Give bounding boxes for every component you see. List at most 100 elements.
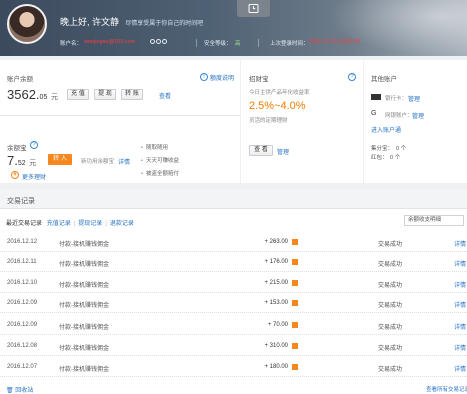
table-row[interactable]: 2016.12.09 付款-接机赚钱佣金 + 153.00 交易成功 详情 <box>0 294 467 313</box>
yuebao-unit: 元 <box>29 160 37 167</box>
row-detail-link[interactable]: 详情 <box>454 280 466 289</box>
row-status: 交易成功 <box>378 346 403 352</box>
withdraw-button[interactable]: 提 现 <box>94 89 116 100</box>
mobile-icon[interactable] <box>156 39 161 44</box>
greeting-text: 晚上好, 许文静 <box>60 17 120 27</box>
balance-unit: 元 <box>50 94 58 101</box>
row-detail-link[interactable]: 详情 <box>454 343 466 352</box>
yuebao-dec: 52 <box>17 160 26 167</box>
row-desc: 付款-接机赚钱佣金 <box>59 262 109 268</box>
clock-icon <box>248 4 259 13</box>
balance-view-link[interactable]: 查看 <box>159 91 171 100</box>
row-amount: + 70.00 <box>267 322 288 328</box>
account-value: wenjingxu@163.com <box>84 39 136 45</box>
feature-item: 随取随用 <box>141 143 168 151</box>
collect-label: 集分宝： <box>371 146 394 152</box>
wangyin-manage-link[interactable]: 管理 <box>412 111 424 120</box>
zhaocai-manage-link[interactable]: 管理 <box>277 147 289 156</box>
info-icon[interactable]: ! <box>200 73 208 81</box>
filter-recent[interactable]: 最近交易记录 <box>6 221 42 227</box>
other-accounts-panel: 其他账户 银行卡： 管理 G 网银账户： 管理 进入账户通 集分宝： 0 个 红… <box>364 60 467 183</box>
row-status: 交易成功 <box>378 283 403 289</box>
row-amount: + 153.00 <box>264 300 288 306</box>
balance-title: 账户余额 <box>7 76 33 83</box>
identity-icon[interactable] <box>150 39 155 44</box>
row-status: 交易成功 <box>378 262 403 268</box>
row-date: 2016.12.07 <box>7 364 38 370</box>
row-desc: 付款-接机赚钱佣金 <box>59 346 109 352</box>
greeting-subtitle: 尽情享受属于你自己的时间吧 <box>125 21 204 27</box>
table-row[interactable]: 2016.12.11 付款-接机赚钱佣金 + 176.00 交易成功 详情 <box>0 253 467 272</box>
zhaocai-desc: 今日主供产品年化收益率 <box>249 90 310 96</box>
row-amount: + 176.00 <box>264 259 288 265</box>
row-amount: + 310.00 <box>264 343 288 349</box>
feature-item: 被盗全额赔付 <box>141 169 179 177</box>
recharge-button[interactable]: 充 值 <box>67 89 89 100</box>
transaction-filters: 最近交易记录 充值记录 | 提现记录 | 退款记录 <box>6 221 134 227</box>
table-row[interactable]: 2016.12.08 付款-接机赚钱佣金 + 310.00 交易成功 详情 <box>0 337 467 356</box>
balance-flag-icon <box>292 343 298 349</box>
table-row[interactable]: 2016.12.09 付款-接机赚钱佣金 + 70.00 交易成功 详情 <box>0 316 467 335</box>
clock-tab[interactable] <box>237 0 270 17</box>
zhaocai-title: 招财宝 <box>249 76 269 83</box>
record-type-select[interactable]: 余额收支明细 <box>404 215 464 226</box>
table-row[interactable]: 2016.12.10 付款-接机赚钱佣金 + 215.00 交易成功 详情 <box>0 274 467 293</box>
balance-flag-icon <box>292 259 298 265</box>
wangyin-label: 网银账户： <box>385 113 413 119</box>
transfer-button[interactable]: 转 账 <box>121 89 143 100</box>
feature-item: 天天可赚收益 <box>141 156 179 164</box>
greeting: 晚上好, 许文静 尽情享受属于你自己的时间吧 <box>60 15 203 28</box>
enter-account-link[interactable]: 进入账户通 <box>371 125 401 134</box>
help-icon[interactable]: ? <box>348 73 356 81</box>
row-status: 交易成功 <box>378 303 403 309</box>
account-info-bar: 账户名： wenjingxu@163.com 安全等级： 高 上次登录时间： 2… <box>0 37 467 49</box>
recycle-bin-label: 回收站 <box>15 388 34 394</box>
table-row[interactable]: 2016.12.07 付款-接机赚钱佣金 + 180.00 交易成功 详情 <box>0 358 467 377</box>
filter-recharge[interactable]: 充值记录 <box>47 221 71 227</box>
table-row[interactable]: 2016.12.12 付款-接机赚钱佣金 + 263.00 交易成功 详情 <box>0 233 467 252</box>
yuebao-note: 新功用余额宝 <box>81 159 115 165</box>
balance-flag-icon <box>292 322 298 328</box>
balance-dec: 05 <box>39 94 48 101</box>
bank-card-icon <box>371 94 381 100</box>
recycle-bin-link[interactable]: 🗑 回收站 <box>6 385 33 394</box>
row-date: 2016.12.08 <box>7 343 38 349</box>
filter-refund[interactable]: 退款记录 <box>110 221 134 227</box>
security-value: 高 <box>235 41 241 47</box>
account-icons <box>149 39 167 45</box>
all-transactions-link[interactable]: 查看所有交易记录 <box>426 385 467 393</box>
bank-card-manage-link[interactable]: 管理 <box>408 94 420 103</box>
row-detail-link[interactable]: 详情 <box>454 322 466 331</box>
row-date: 2016.12.09 <box>7 300 38 306</box>
transfer-in-button[interactable]: 转 入 <box>48 154 72 165</box>
balance-flag-icon <box>292 364 298 370</box>
row-detail-link[interactable]: 详情 <box>454 364 466 373</box>
transactions-panel: 交易记录 最近交易记录 充值记录 | 提现记录 | 退款记录 余额收支明细 2016.1… <box>0 189 467 394</box>
limit-help-link[interactable]: 额度说明 <box>210 73 234 82</box>
balance-amount: 3562.05 元 <box>7 87 58 102</box>
zhaocai-view-button[interactable]: 查 看 <box>249 145 273 156</box>
account-label: 账户名： <box>60 41 83 47</box>
wangyin-icon: G <box>371 110 377 117</box>
yuebao-detail-link[interactable]: 详情 <box>118 157 130 166</box>
row-detail-link[interactable]: 详情 <box>454 239 466 248</box>
balance-flag-icon <box>292 239 298 245</box>
filter-withdraw[interactable]: 提现记录 <box>78 221 102 227</box>
more-finance-link[interactable]: 更多理财 <box>22 172 46 181</box>
row-status: 交易成功 <box>378 367 403 373</box>
yuebao-title: 余额宝 <box>7 145 27 152</box>
row-detail-link[interactable]: 详情 <box>454 259 466 268</box>
balance-flag-icon <box>292 280 298 286</box>
row-desc: 付款-接机赚钱佣金 <box>59 367 109 373</box>
help-icon[interactable]: ? <box>30 141 38 149</box>
row-amount: + 180.00 <box>264 364 288 370</box>
zhaocai-rate: 2.5%~4.0% <box>249 100 306 112</box>
row-date: 2016.12.10 <box>7 280 38 286</box>
hongbao-value: 0 个 <box>390 155 401 161</box>
bank-card-label: 银行卡： <box>385 96 408 102</box>
transactions-footer: 🗑 回收站 查看所有交易记录 <box>0 385 467 394</box>
row-detail-link[interactable]: 详情 <box>454 300 466 309</box>
row-amount: + 263.00 <box>264 239 288 245</box>
email-icon[interactable] <box>162 39 167 44</box>
transactions-header: 交易记录 <box>0 189 467 209</box>
